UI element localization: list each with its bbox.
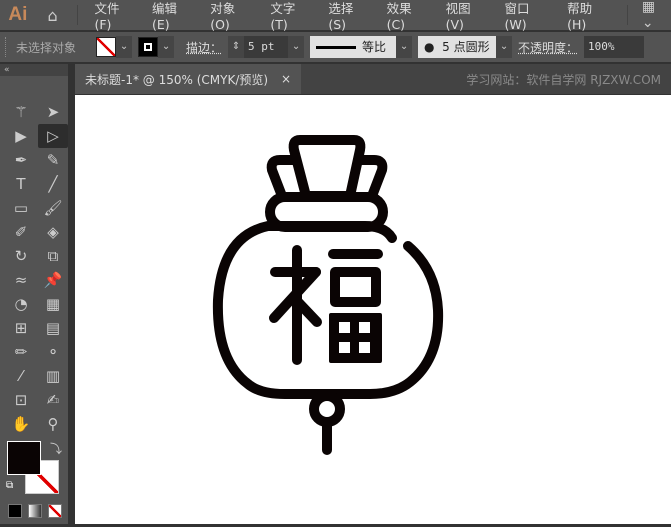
- stroke-dropdown[interactable]: ⌄: [158, 36, 175, 58]
- rectangle-tool-icon[interactable]: ▭: [6, 196, 36, 220]
- control-bar: 未选择对象 ⌄ ⌄ 描边： ⇕ 5 pt ⌄ 等比 ⌄ ● 5 点圆形 ⌄ 不透…: [0, 32, 671, 62]
- menu-bar: Ai ⌂ 文件(F) 编辑(E) 对象(O) 文字(T) 选择(S) 效果(C)…: [0, 0, 671, 32]
- shape-builder-tool-icon[interactable]: ◔: [6, 292, 36, 316]
- default-colors-icon[interactable]: ⧉: [6, 480, 13, 491]
- eyedropper-measure-tool-icon[interactable]: ✏: [6, 340, 36, 364]
- divider: [77, 5, 79, 25]
- profile-label: 等比: [362, 40, 387, 54]
- brush-label: 5 点圆形: [442, 40, 490, 54]
- pen-tool-icon[interactable]: ✒: [6, 148, 36, 172]
- artboard-canvas[interactable]: [75, 95, 671, 524]
- menu-effect[interactable]: 效果(C): [379, 0, 438, 32]
- bag-left-flap: [266, 155, 301, 201]
- graph-tool-icon[interactable]: ▥: [38, 364, 68, 388]
- swap-colors-icon[interactable]: ⤵: [50, 440, 62, 457]
- group-select-tool-icon[interactable]: ➤: [38, 100, 68, 124]
- bag-body: [212, 221, 444, 399]
- type-tool-icon[interactable]: T: [6, 172, 36, 196]
- document-tab-title: 未标题-1* @ 150% (CMYK/预览): [85, 72, 269, 87]
- menu-view[interactable]: 视图(V): [438, 0, 497, 32]
- close-tab-icon[interactable]: ×: [281, 72, 291, 86]
- collapse-panel-icon[interactable]: «: [0, 64, 68, 76]
- opacity-label[interactable]: 不透明度：: [518, 39, 578, 56]
- scale-tool-icon[interactable]: ⧉: [38, 244, 68, 268]
- bag-knot: [288, 135, 366, 201]
- fu-character: [269, 245, 383, 365]
- eyedropper-tool-icon[interactable]: ⁄: [6, 364, 36, 388]
- rotate-tool-icon[interactable]: ↻: [6, 244, 36, 268]
- stroke-swatch[interactable]: [138, 37, 159, 57]
- workspace-switcher-icon[interactable]: ▦ ⌄: [642, 0, 671, 31]
- hand-tool-icon[interactable]: ✋: [6, 412, 36, 436]
- curvature-tool-icon[interactable]: ✎: [38, 148, 68, 172]
- opacity-input[interactable]: 100%: [584, 36, 645, 58]
- zoom-tool-icon[interactable]: ⚲: [38, 412, 68, 436]
- divider: [626, 5, 628, 25]
- fill-swatch[interactable]: [96, 37, 117, 57]
- brush-definition[interactable]: ● 5 点圆形: [418, 36, 497, 58]
- document-tab-bar: 未标题-1* @ 150% (CMYK/预览) × 学习网站：软件自学网 RJZ…: [75, 64, 671, 94]
- brush-dropdown[interactable]: ⌄: [496, 36, 513, 58]
- fill-color-swatch[interactable]: [7, 441, 41, 475]
- app-logo: Ai: [8, 4, 28, 25]
- variable-width-profile[interactable]: 等比: [310, 36, 397, 58]
- menu-select[interactable]: 选择(S): [320, 0, 378, 32]
- artboard-tool-icon[interactable]: ⊡: [6, 388, 36, 412]
- stroke-weight-input[interactable]: 5 pt: [244, 36, 289, 58]
- none-mode-icon[interactable]: [48, 504, 62, 518]
- stroke-label[interactable]: 描边：: [186, 39, 222, 56]
- menu-object[interactable]: 对象(O): [202, 0, 262, 32]
- menu-edit[interactable]: 编辑(E): [144, 0, 202, 32]
- stroke-stepper[interactable]: ⇕: [228, 36, 245, 58]
- menu-type[interactable]: 文字(T): [262, 0, 320, 32]
- menu-window[interactable]: 窗口(W): [496, 0, 559, 32]
- menu-help[interactable]: 帮助(H): [559, 0, 619, 32]
- profile-dropdown[interactable]: ⌄: [396, 36, 413, 58]
- blend-tool-icon[interactable]: ⚬: [38, 340, 68, 364]
- fill-dropdown[interactable]: ⌄: [116, 36, 133, 58]
- shaper-tool-icon[interactable]: ✐: [6, 220, 36, 244]
- selection-tool-icon[interactable]: ▶: [6, 124, 36, 148]
- watermark: 学习网站：软件自学网 RJZXW.COM: [466, 72, 661, 87]
- stroke-weight-dropdown[interactable]: ⌄: [288, 36, 305, 58]
- slice-tool-icon[interactable]: ✍: [38, 388, 68, 412]
- warp-tool-icon[interactable]: ≈: [6, 268, 36, 292]
- gradient-tool-icon[interactable]: ▤: [38, 316, 68, 340]
- grip-handle[interactable]: [5, 37, 8, 57]
- magic-wand-tool-icon[interactable]: ⚚: [6, 100, 36, 124]
- tools-panel: « ⚚ ➤ ▶ ▷ ✒ ✎ T ╱ ▭ 🖌 ✐ ◈ ↻ ⧉ ≈ 📌 ◔ ▦ ⊞ ▤ ✏ ⚬ ⁄ ▥ ⊡ ✍ ✋ ⚲ ⤵ ⧉: [0, 64, 68, 524]
- paintbrush-tool-icon[interactable]: 🖌: [38, 196, 68, 220]
- puppet-warp-tool-icon[interactable]: 📌: [38, 268, 68, 292]
- perspective-grid-tool-icon[interactable]: ▦: [38, 292, 68, 316]
- eraser-tool-icon[interactable]: ◈: [38, 220, 68, 244]
- color-mode-icon[interactable]: [8, 504, 22, 518]
- gradient-mode-icon[interactable]: [28, 504, 42, 518]
- fortune-bag-artwork: [212, 135, 444, 455]
- direct-selection-tool-icon[interactable]: ▷: [38, 124, 68, 148]
- home-icon[interactable]: ⌂: [36, 6, 70, 25]
- mesh-tool-icon[interactable]: ⊞: [6, 316, 36, 340]
- line-tool-icon[interactable]: ╱: [38, 172, 68, 196]
- selection-status: 未选择对象: [16, 40, 77, 55]
- document-tab[interactable]: 未标题-1* @ 150% (CMYK/预览) ×: [75, 64, 301, 94]
- menu-file[interactable]: 文件(F): [86, 0, 144, 32]
